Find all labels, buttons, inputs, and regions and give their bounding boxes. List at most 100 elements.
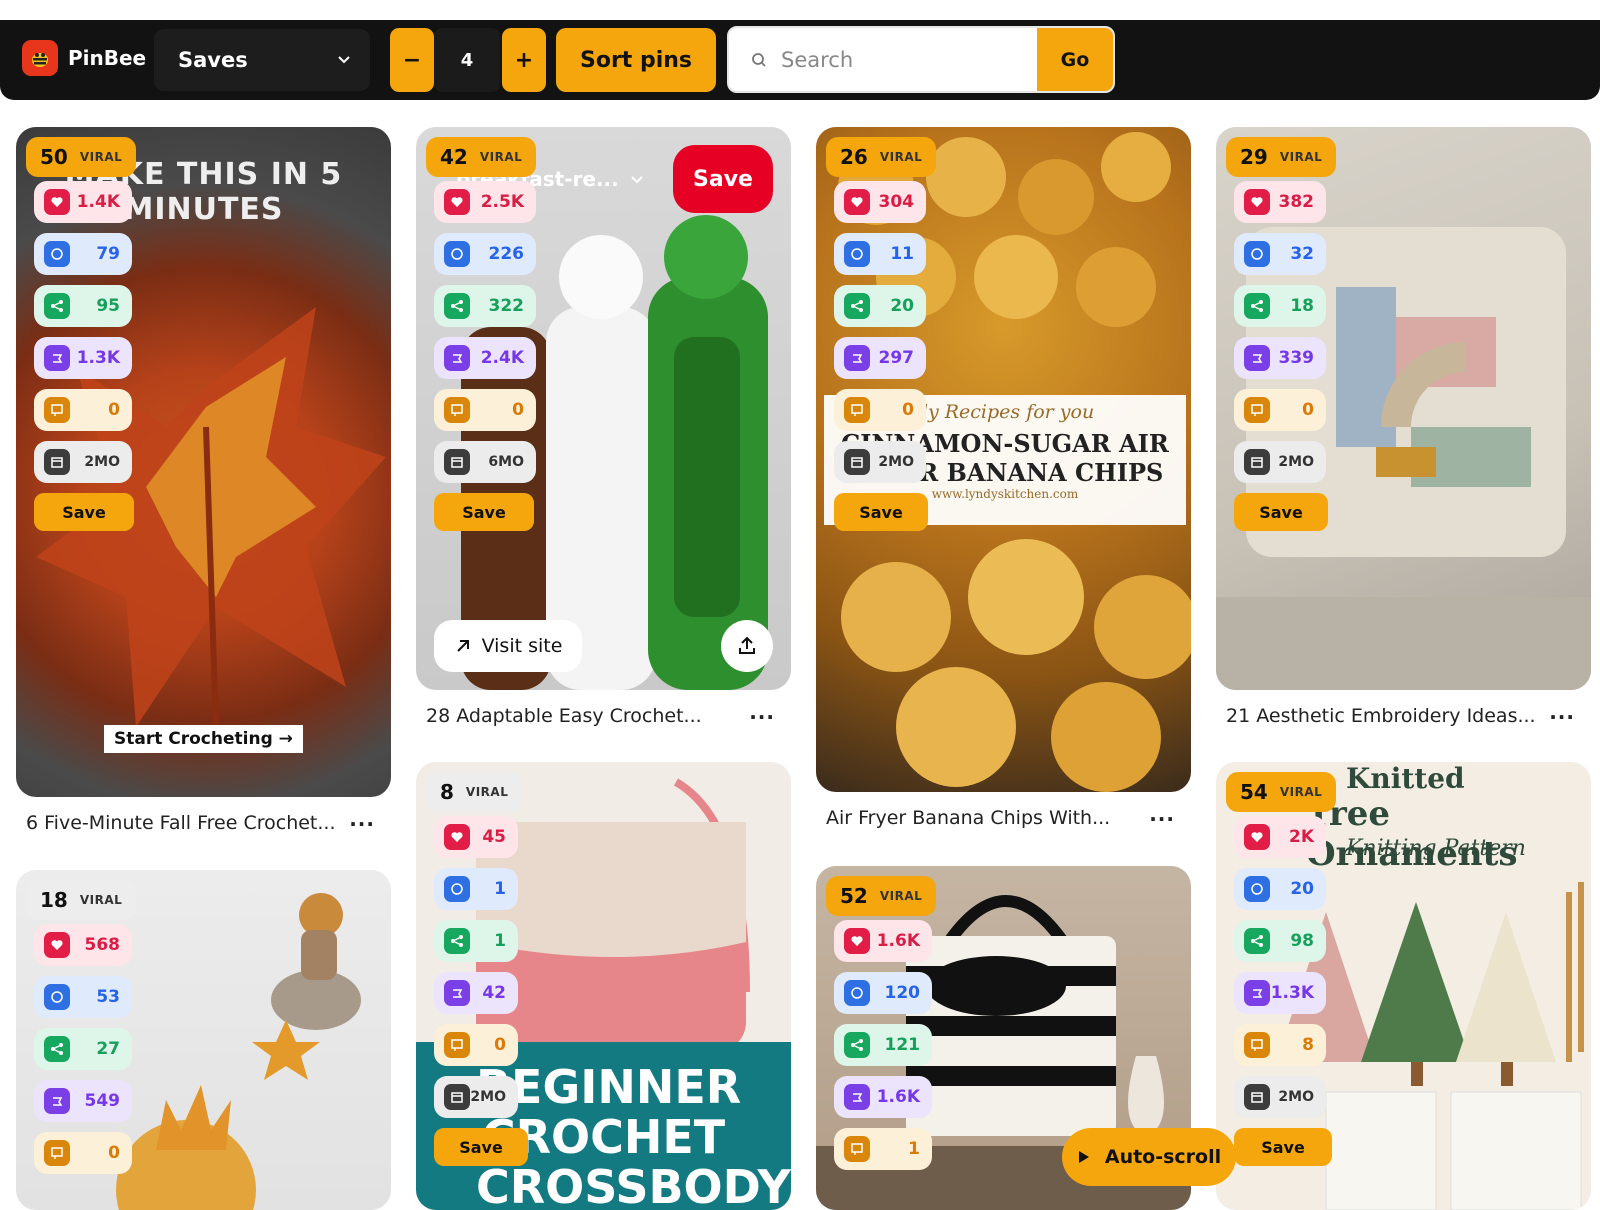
age-stat: 2MO bbox=[1234, 441, 1326, 483]
saves-stat: 42 bbox=[434, 972, 518, 1014]
bookmark-icon bbox=[444, 345, 470, 371]
search-input[interactable] bbox=[781, 40, 1021, 80]
saves-stat: 1.3K bbox=[34, 337, 132, 379]
bookmark-icon bbox=[1244, 980, 1270, 1006]
save-button[interactable]: Save bbox=[434, 1128, 528, 1166]
pin-overlay-subtitle: Knitting Pattern bbox=[1346, 836, 1526, 861]
share-icon bbox=[1244, 928, 1270, 954]
shares-stat: 27 bbox=[34, 1028, 132, 1070]
more-options-button[interactable]: ... bbox=[749, 700, 775, 724]
pinterest-save-button[interactable]: Save bbox=[673, 145, 773, 213]
note-icon bbox=[44, 1140, 70, 1166]
chevron-down-icon bbox=[338, 56, 350, 64]
note-icon bbox=[1244, 397, 1270, 423]
pin-title[interactable]: 21 Aesthetic Embroidery Ideas... bbox=[1226, 705, 1536, 727]
bookmark-icon bbox=[1244, 345, 1270, 371]
age-stat: 2MO bbox=[1234, 1076, 1326, 1118]
share-button[interactable] bbox=[721, 620, 773, 672]
saves-stat: 549 bbox=[34, 1080, 132, 1122]
auto-scroll-button[interactable]: Auto-scroll bbox=[1062, 1128, 1236, 1186]
chevron-down-icon bbox=[631, 176, 643, 184]
notes-stat: 1 bbox=[834, 1128, 932, 1170]
saves-stat: 1.3K bbox=[1234, 972, 1326, 1014]
comment-icon bbox=[844, 241, 870, 267]
comments-stat: 120 bbox=[834, 972, 932, 1014]
upload-icon bbox=[739, 636, 755, 654]
decrement-button[interactable]: − bbox=[390, 28, 434, 92]
share-icon bbox=[844, 293, 870, 319]
more-options-button[interactable]: ... bbox=[1549, 700, 1575, 724]
columns-value[interactable]: 4 bbox=[434, 28, 500, 92]
save-button[interactable]: Save bbox=[834, 493, 928, 531]
share-icon bbox=[844, 1032, 870, 1058]
notes-stat: 8 bbox=[1234, 1024, 1326, 1066]
heart-icon bbox=[444, 189, 470, 215]
rank-badge: 54 VIRAL bbox=[1226, 772, 1337, 812]
visit-site-button[interactable]: Visit site bbox=[434, 620, 582, 672]
comment-icon bbox=[44, 984, 70, 1010]
saves-stat: 1.6K bbox=[834, 1076, 932, 1118]
pin-title[interactable]: 28 Adaptable Easy Crochet... bbox=[426, 705, 702, 727]
calendar-icon bbox=[844, 449, 870, 475]
bookmark-icon bbox=[44, 1088, 70, 1114]
share-icon bbox=[44, 293, 70, 319]
heart-icon bbox=[844, 189, 870, 215]
pin-overlay-headline: Knitted bbox=[1346, 762, 1465, 795]
save-button[interactable]: Save bbox=[1234, 1128, 1332, 1166]
likes-stat: 382 bbox=[1234, 181, 1326, 223]
more-options-button[interactable]: ... bbox=[1149, 802, 1175, 826]
shares-stat: 95 bbox=[34, 285, 132, 327]
shares-stat: 18 bbox=[1234, 285, 1326, 327]
more-options-button[interactable]: ... bbox=[349, 807, 375, 831]
sort-pins-button[interactable]: Sort pins bbox=[556, 28, 716, 92]
calendar-icon bbox=[444, 1084, 470, 1110]
heart-icon bbox=[844, 928, 870, 954]
share-icon bbox=[44, 1036, 70, 1062]
notes-stat: 0 bbox=[834, 389, 926, 431]
search-box: Go bbox=[727, 26, 1115, 93]
arrow-up-right-icon bbox=[456, 640, 469, 652]
pin-overlay-headline-2: Tree Ornaments bbox=[1306, 794, 1518, 874]
calendar-icon bbox=[1244, 1084, 1270, 1110]
comment-icon bbox=[444, 876, 470, 902]
pin-title[interactable]: Air Fryer Banana Chips With... bbox=[826, 807, 1110, 829]
share-icon bbox=[444, 293, 470, 319]
bookmark-icon bbox=[444, 980, 470, 1006]
save-button[interactable]: Save bbox=[34, 493, 134, 531]
calendar-icon bbox=[44, 449, 70, 475]
saves-stat: 2.4K bbox=[434, 337, 536, 379]
rank-badge: 8 VIRAL bbox=[426, 772, 523, 812]
comments-stat: 226 bbox=[434, 233, 536, 275]
age-stat: 2MO bbox=[34, 441, 132, 483]
saves-stat: 339 bbox=[1234, 337, 1326, 379]
comment-icon bbox=[1244, 241, 1270, 267]
pin-overlay-cta: Start Crocheting → bbox=[104, 725, 303, 753]
note-icon bbox=[444, 397, 470, 423]
notes-stat: 0 bbox=[34, 1132, 132, 1174]
note-icon bbox=[1244, 1032, 1270, 1058]
board-select[interactable]: Saves bbox=[154, 29, 370, 91]
increment-button[interactable]: + bbox=[502, 28, 546, 92]
save-button[interactable]: Save bbox=[1234, 493, 1328, 531]
age-stat: 6MO bbox=[434, 441, 536, 483]
notes-stat: 0 bbox=[34, 389, 132, 431]
pin-title[interactable]: 6 Five-Minute Fall Free Crochet... bbox=[26, 812, 336, 834]
save-button[interactable]: Save bbox=[434, 493, 534, 531]
share-icon bbox=[1244, 293, 1270, 319]
comment-icon bbox=[1244, 876, 1270, 902]
rank-badge: 52 VIRAL bbox=[826, 876, 937, 916]
shares-stat: 98 bbox=[1234, 920, 1326, 962]
heart-icon bbox=[44, 189, 70, 215]
calendar-icon bbox=[444, 449, 470, 475]
go-button[interactable]: Go bbox=[1037, 28, 1113, 91]
heart-icon bbox=[444, 824, 470, 850]
rank-badge: 18 VIRAL bbox=[26, 880, 137, 920]
rank-badge: 50 VIRAL bbox=[26, 137, 137, 177]
share-icon bbox=[444, 928, 470, 954]
shares-stat: 20 bbox=[834, 285, 926, 327]
notes-stat: 0 bbox=[434, 389, 536, 431]
bookmark-icon bbox=[844, 1084, 870, 1110]
likes-stat: 1.6K bbox=[834, 920, 932, 962]
top-toolbar: PinBee Saves − 4 + Sort pins Go bbox=[0, 20, 1600, 100]
note-icon bbox=[44, 397, 70, 423]
